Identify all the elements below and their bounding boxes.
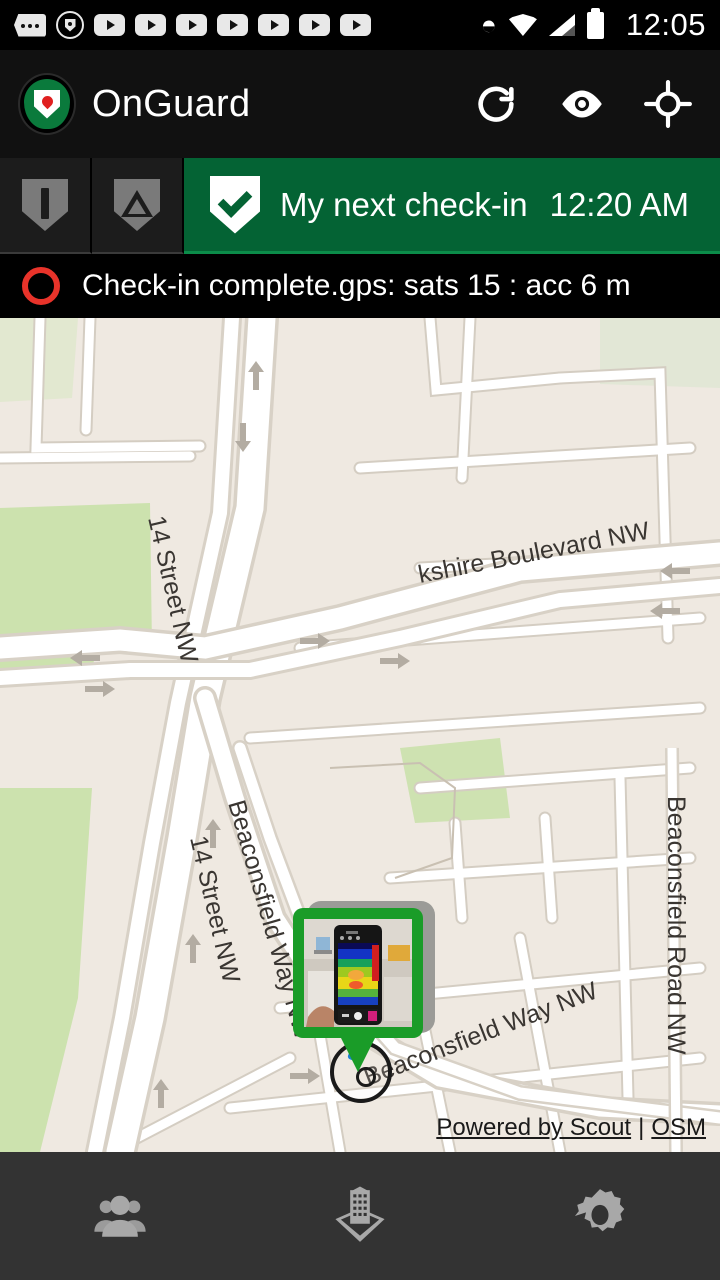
osm-link[interactable]: OSM — [651, 1114, 706, 1142]
next-checkin-time: 12:20 AM — [549, 185, 690, 223]
play-icon — [217, 14, 248, 36]
gps-status-text: Check-in complete.gps: sats 15 : acc 6 m — [82, 269, 631, 302]
sms-icon — [14, 13, 46, 37]
record-circle-icon — [22, 267, 60, 305]
onguard-shield-icon — [56, 11, 84, 39]
powered-by-scout-link[interactable]: Powered by Scout — [436, 1114, 631, 1142]
app-title: OnGuard — [92, 82, 251, 125]
map-view[interactable]: 14 Street NW kshire Boulevard NW Beacons… — [0, 318, 720, 1152]
wifi-icon — [508, 14, 537, 36]
nav-site-icon — [335, 1186, 385, 1242]
marker-thumbnail — [304, 919, 412, 1027]
next-checkin-label: My next check-in — [280, 185, 528, 223]
status-bar-system-icons: ◓ 12:05 — [481, 7, 706, 43]
onguard-logo-icon — [18, 73, 76, 135]
nav-people-button[interactable] — [0, 1152, 240, 1280]
android-status-bar: ◓ 12:05 — [0, 0, 720, 50]
eye-icon[interactable] — [556, 78, 608, 130]
photo-check-in-marker[interactable] — [293, 896, 438, 1103]
shield-exclamation-icon — [22, 179, 68, 231]
status-bar-clock: 12:05 — [625, 7, 706, 42]
play-icon — [340, 14, 371, 36]
panic-button[interactable] — [0, 158, 92, 254]
play-icon — [176, 14, 207, 36]
shield-warning-icon — [114, 179, 160, 231]
play-icon — [258, 14, 289, 36]
next-checkin-banner[interactable]: My next check-in 12:20 AM — [184, 158, 720, 254]
map-attribution: Powered by Scout | OSM — [436, 1114, 706, 1142]
nav-settings-icon — [574, 1189, 625, 1232]
app-bar: OnGuard — [0, 50, 720, 158]
nav-settings-button[interactable] — [480, 1152, 720, 1280]
gps-status-row[interactable]: Check-in complete.gps: sats 15 : acc 6 m — [0, 254, 720, 318]
crosshair-icon[interactable] — [642, 78, 694, 130]
bluetooth-icon: ◓ — [480, 9, 497, 40]
street-label: Beaconsfield Road NW — [662, 796, 690, 1055]
shield-check-icon — [210, 175, 260, 234]
battery-icon — [586, 7, 604, 39]
refresh-icon[interactable] — [470, 78, 522, 130]
status-button-row: My next check-in 12:20 AM — [0, 158, 720, 254]
app-bar-actions — [470, 78, 702, 130]
attribution-separator: | — [638, 1114, 645, 1141]
play-icon — [94, 14, 125, 36]
app-root: ◓ 12:05 OnGuard My next check-in 12:20 A… — [0, 0, 720, 1280]
cell-signal-icon — [548, 14, 575, 36]
play-icon — [299, 14, 330, 36]
nav-site-button[interactable] — [240, 1152, 480, 1280]
nav-people-icon — [94, 1195, 146, 1237]
bottom-navigation-bar — [0, 1152, 720, 1280]
status-bar-notification-icons — [14, 11, 481, 39]
alert-button[interactable] — [92, 158, 184, 254]
play-icon — [135, 14, 166, 36]
marker-photo-frame — [293, 908, 423, 1038]
app-brand: OnGuard — [18, 73, 470, 135]
